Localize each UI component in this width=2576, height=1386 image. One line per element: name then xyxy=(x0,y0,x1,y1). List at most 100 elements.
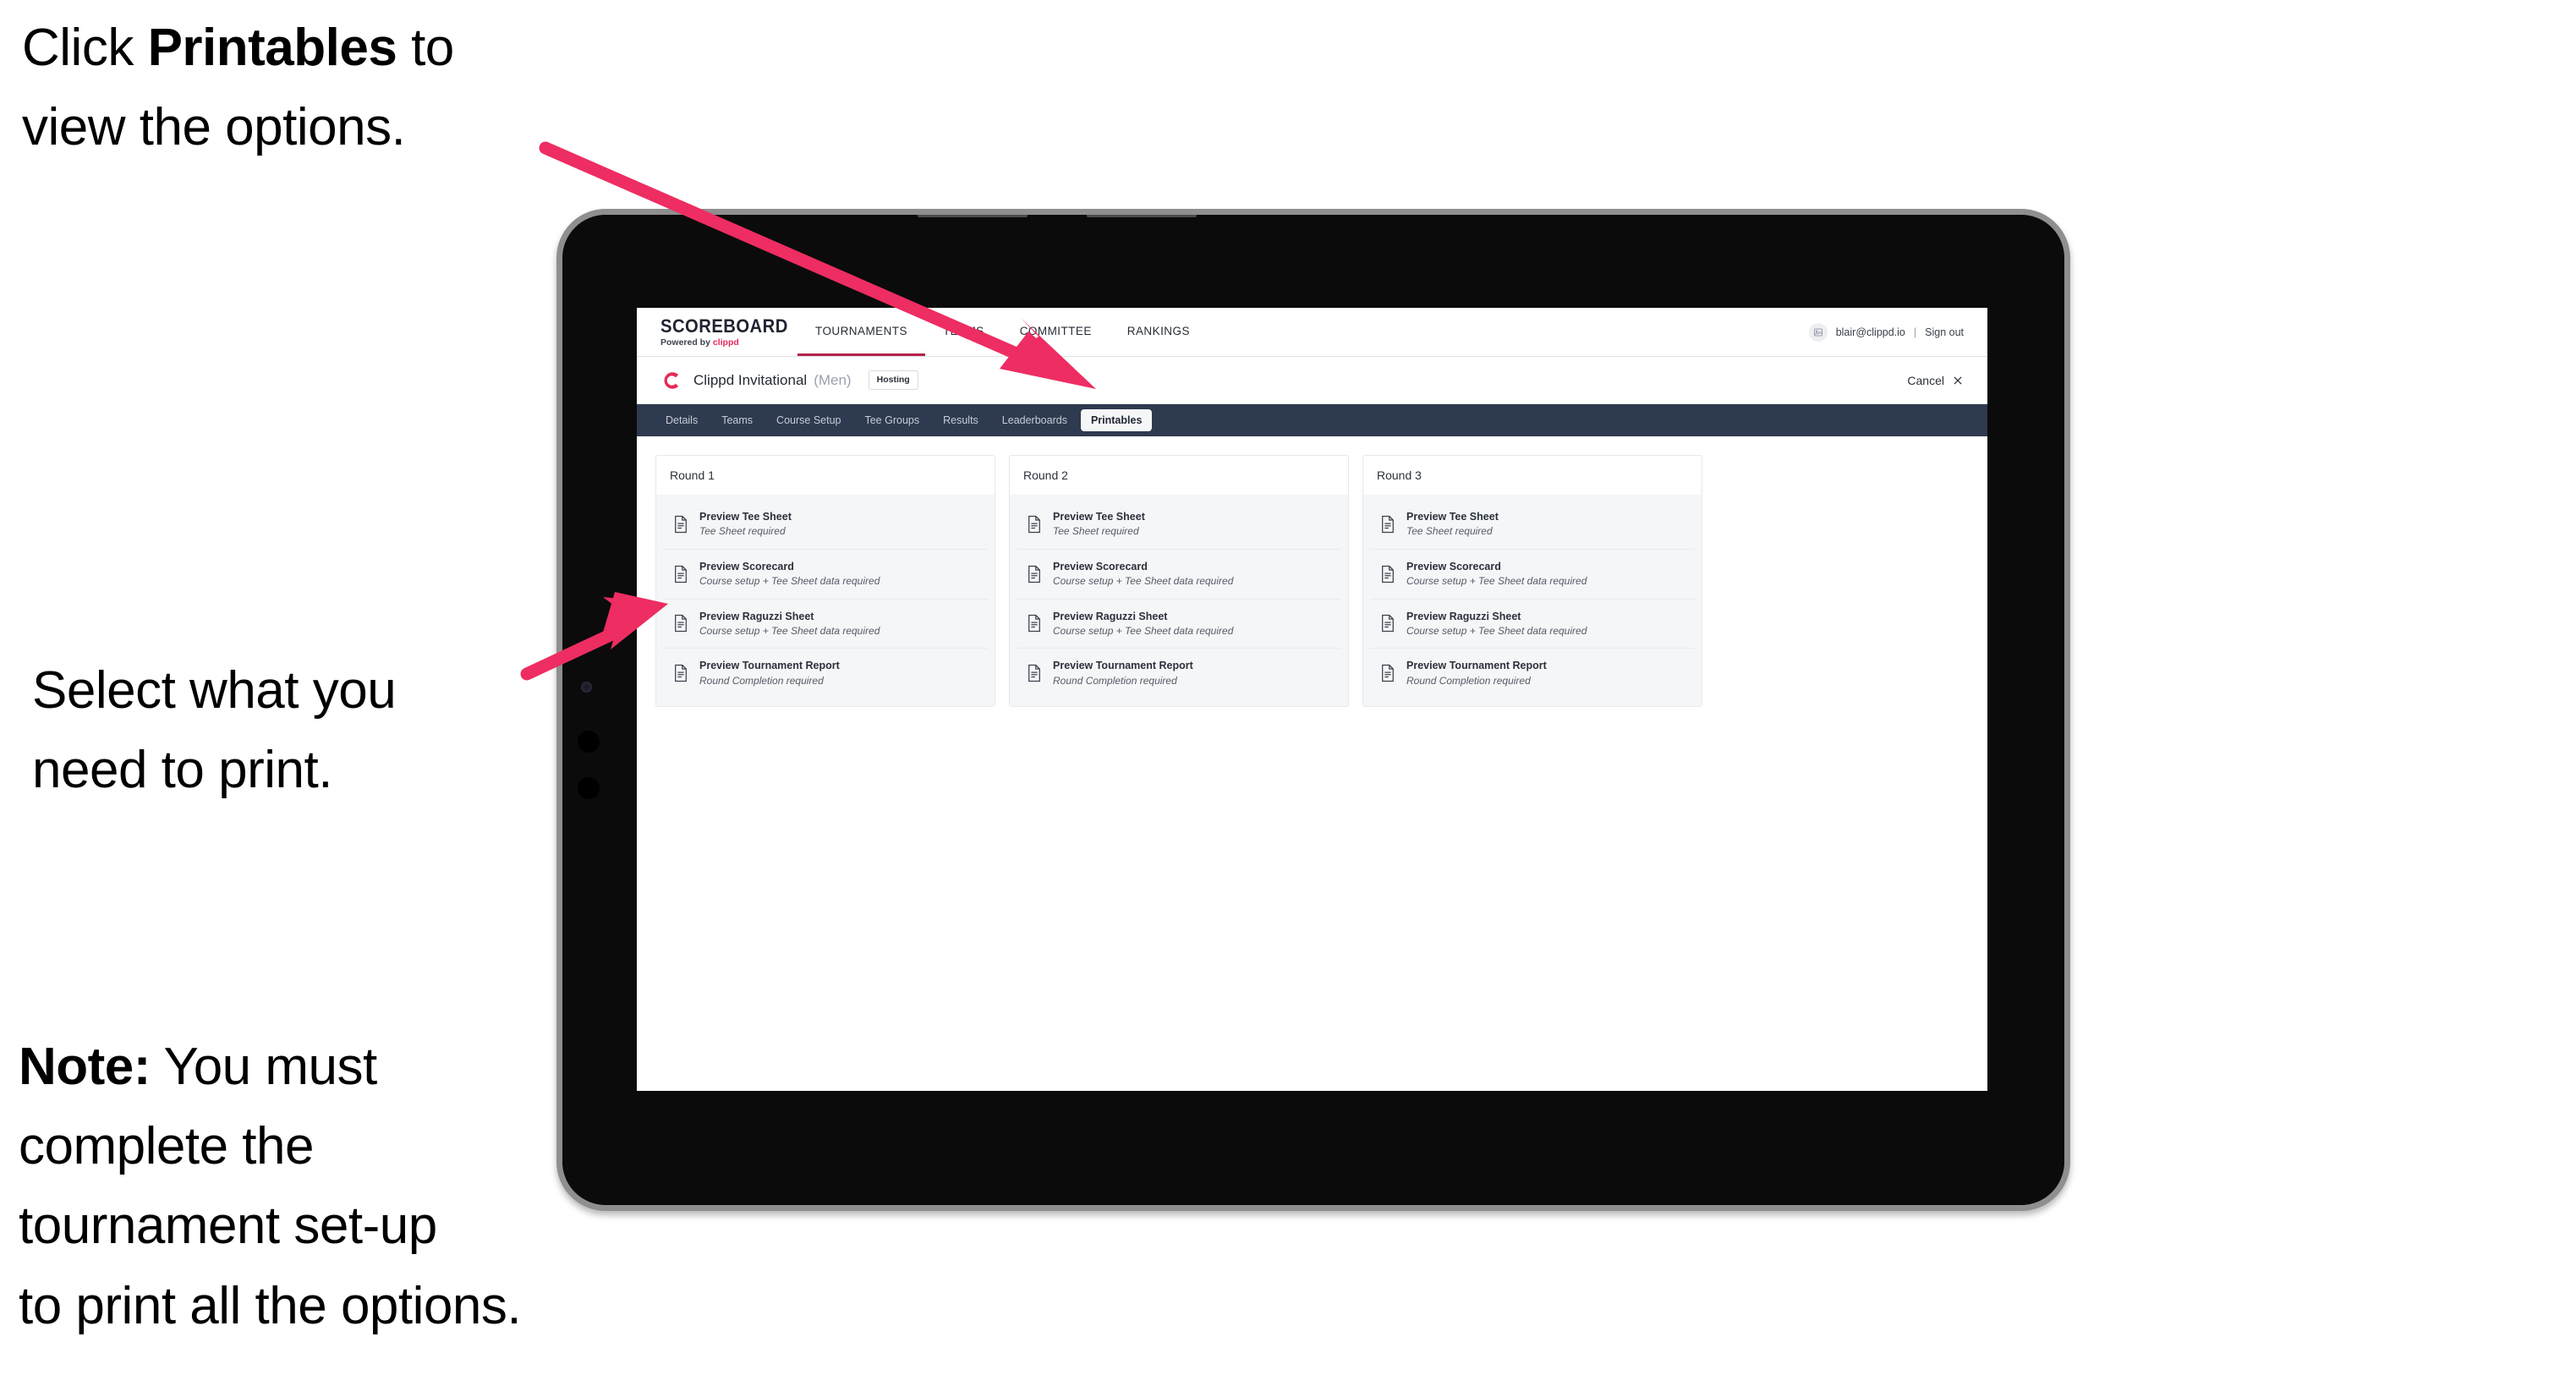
close-x-icon xyxy=(1954,375,1962,385)
tab-label-teams: Teams xyxy=(721,414,754,426)
printable-requirement: Tee Sheet required xyxy=(699,525,786,538)
tab-leaderboards[interactable]: Leaderboards xyxy=(992,409,1077,432)
nav-item-tournaments[interactable]: TOURNAMENTS xyxy=(797,308,925,356)
nav-item-teams[interactable]: TEAMS xyxy=(925,308,1002,356)
primary-navigation: TOURNAMENTS TEAMS COMMITTEE RANKINGS xyxy=(797,308,1208,356)
printable-item-raguzzi-sheet-r3[interactable]: Preview Raguzzi Sheet Course setup + Tee… xyxy=(1370,600,1695,649)
volume-down-button[interactable] xyxy=(578,777,600,799)
round-column-3: Round 3 Preview Tee Sheet Tee Sheet requ… xyxy=(1362,455,1702,708)
round-1-title: Round 1 xyxy=(670,468,715,482)
printable-requirement: Tee Sheet required xyxy=(1053,525,1139,538)
printable-requirement: Course setup + Tee Sheet data required xyxy=(1406,575,1587,588)
printable-item-raguzzi-sheet-r1[interactable]: Preview Raguzzi Sheet Course setup + Tee… xyxy=(663,600,988,649)
printable-item-scorecard-r3[interactable]: Preview Scorecard Course setup + Tee She… xyxy=(1370,550,1695,600)
printable-item-raguzzi-sheet-r2[interactable]: Preview Raguzzi Sheet Course setup + Tee… xyxy=(1017,600,1341,649)
nav-item-rankings[interactable]: RANKINGS xyxy=(1110,308,1208,356)
document-icon xyxy=(1382,665,1394,682)
sign-out-link[interactable]: Sign out xyxy=(1925,326,1964,338)
avatar[interactable] xyxy=(1808,322,1828,342)
printable-title: Preview Raguzzi Sheet xyxy=(1053,610,1168,622)
nav-label-rankings: RANKINGS xyxy=(1126,324,1190,337)
printable-item-tournament-report-r2[interactable]: Preview Tournament Report Round Completi… xyxy=(1017,649,1341,698)
nav-item-committee[interactable]: COMMITTEE xyxy=(1002,308,1110,356)
printable-requirement: Course setup + Tee Sheet data required xyxy=(1406,624,1587,637)
document-icon xyxy=(675,665,687,682)
printable-title: Preview Tournament Report xyxy=(699,660,840,672)
document-icon xyxy=(1382,565,1394,583)
printable-title: Preview Scorecard xyxy=(1053,560,1148,572)
round-column-1: Round 1 Preview Tee Sheet Tee Sheet requ… xyxy=(655,455,995,708)
app-viewport: SCOREBOARD Powered by clippd TOURNAMENTS… xyxy=(637,308,1987,1091)
printable-requirement: Tee Sheet required xyxy=(1406,525,1493,538)
nav-label-committee: COMMITTEE xyxy=(1019,324,1092,337)
printable-title: Preview Scorecard xyxy=(699,560,794,572)
scoreboard-wordmark: SCOREBOARD xyxy=(660,315,788,337)
tab-details[interactable]: Details xyxy=(655,409,708,432)
printable-title: Preview Scorecard xyxy=(1406,560,1501,572)
printable-item-tee-sheet-r3[interactable]: Preview Tee Sheet Tee Sheet required xyxy=(1370,500,1695,550)
document-icon xyxy=(675,615,687,633)
printable-item-tournament-report-r3[interactable]: Preview Tournament Report Round Completi… xyxy=(1370,649,1695,698)
clippd-c-logo-icon xyxy=(664,371,679,389)
tab-strip: Details Teams Course Setup Tee Groups Re… xyxy=(637,404,1987,436)
nav-label-teams: TEAMS xyxy=(942,324,984,337)
powered-by-clippd: Powered by clippd xyxy=(660,338,797,348)
tab-tee-groups[interactable]: Tee Groups xyxy=(854,409,929,432)
callout-printables-bold: Printables xyxy=(147,19,397,77)
printable-requirement: Course setup + Tee Sheet data required xyxy=(699,575,880,588)
status-badge: Hosting xyxy=(868,370,918,390)
cancel-button[interactable]: Cancel xyxy=(1907,374,1964,387)
document-icon xyxy=(1028,565,1040,583)
tab-label-printables: Printables xyxy=(1090,414,1143,426)
document-icon xyxy=(675,515,687,533)
tournament-header-row: Clippd Invitational (Men) Hosting Cancel xyxy=(637,357,1987,404)
tab-label-leaderboards: Leaderboards xyxy=(1001,414,1067,426)
clippd-brand-word: clippd xyxy=(712,337,739,348)
printable-title: Preview Tee Sheet xyxy=(1053,511,1145,523)
printable-requirement: Course setup + Tee Sheet data required xyxy=(1053,575,1234,588)
printable-title: Preview Tee Sheet xyxy=(699,511,792,523)
printables-content: Round 1 Preview Tee Sheet Tee Sheet requ… xyxy=(637,436,1987,726)
round-column-2: Round 2 Preview Tee Sheet Tee Sheet requ… xyxy=(1009,455,1349,708)
volume-up-button[interactable] xyxy=(578,731,600,753)
round-1-header: Round 1 xyxy=(656,456,995,495)
printable-requirement: Round Completion required xyxy=(1053,674,1177,687)
device-speaker-right xyxy=(1087,215,1197,217)
printable-requirement: Round Completion required xyxy=(1406,674,1531,687)
printable-item-scorecard-r2[interactable]: Preview Scorecard Course setup + Tee She… xyxy=(1017,550,1341,600)
cancel-label: Cancel xyxy=(1907,373,1944,387)
printable-item-tee-sheet-r2[interactable]: Preview Tee Sheet Tee Sheet required xyxy=(1017,500,1341,550)
tab-label-course-setup: Course Setup xyxy=(776,414,841,426)
printable-requirement: Round Completion required xyxy=(699,674,824,687)
powered-by-prefix: Powered by xyxy=(660,337,713,348)
document-icon xyxy=(675,565,687,583)
printable-item-tournament-report-r1[interactable]: Preview Tournament Report Round Completi… xyxy=(663,649,988,698)
callout-note-bold: Note: xyxy=(19,1038,151,1096)
nav-label-tournaments: TOURNAMENTS xyxy=(815,324,907,337)
account-area: blair@clippd.io | Sign out xyxy=(1808,322,1987,342)
printable-title: Preview Raguzzi Sheet xyxy=(699,610,814,622)
scoreboard-logo[interactable]: SCOREBOARD Powered by clippd xyxy=(637,315,797,348)
tab-course-setup[interactable]: Course Setup xyxy=(766,409,851,432)
tab-printables[interactable]: Printables xyxy=(1080,408,1153,432)
user-image-icon xyxy=(1813,328,1822,336)
printable-title: Preview Tee Sheet xyxy=(1406,511,1499,523)
printable-requirement: Course setup + Tee Sheet data required xyxy=(1053,624,1234,637)
account-separator: | xyxy=(1913,326,1917,338)
document-icon xyxy=(1028,615,1040,633)
account-email: blair@clippd.io xyxy=(1835,326,1905,338)
round-2-title: Round 2 xyxy=(1023,468,1068,482)
tournament-name: Clippd Invitational xyxy=(693,371,808,388)
document-icon xyxy=(1382,615,1394,633)
round-1-items: Preview Tee Sheet Tee Sheet required Pre… xyxy=(656,495,995,707)
printable-item-scorecard-r1[interactable]: Preview Scorecard Course setup + Tee She… xyxy=(663,550,988,600)
tab-label-tee-groups: Tee Groups xyxy=(864,414,920,426)
printable-requirement: Course setup + Tee Sheet data required xyxy=(699,624,880,637)
printable-title: Preview Tournament Report xyxy=(1053,660,1193,672)
printable-title: Preview Tournament Report xyxy=(1406,660,1547,672)
callout-select-what-to-print: Select what you need to print. xyxy=(32,651,573,810)
tab-results[interactable]: Results xyxy=(933,409,989,432)
tab-label-results: Results xyxy=(943,414,978,426)
tab-teams[interactable]: Teams xyxy=(711,409,763,432)
printable-item-tee-sheet-r1[interactable]: Preview Tee Sheet Tee Sheet required xyxy=(663,500,988,550)
